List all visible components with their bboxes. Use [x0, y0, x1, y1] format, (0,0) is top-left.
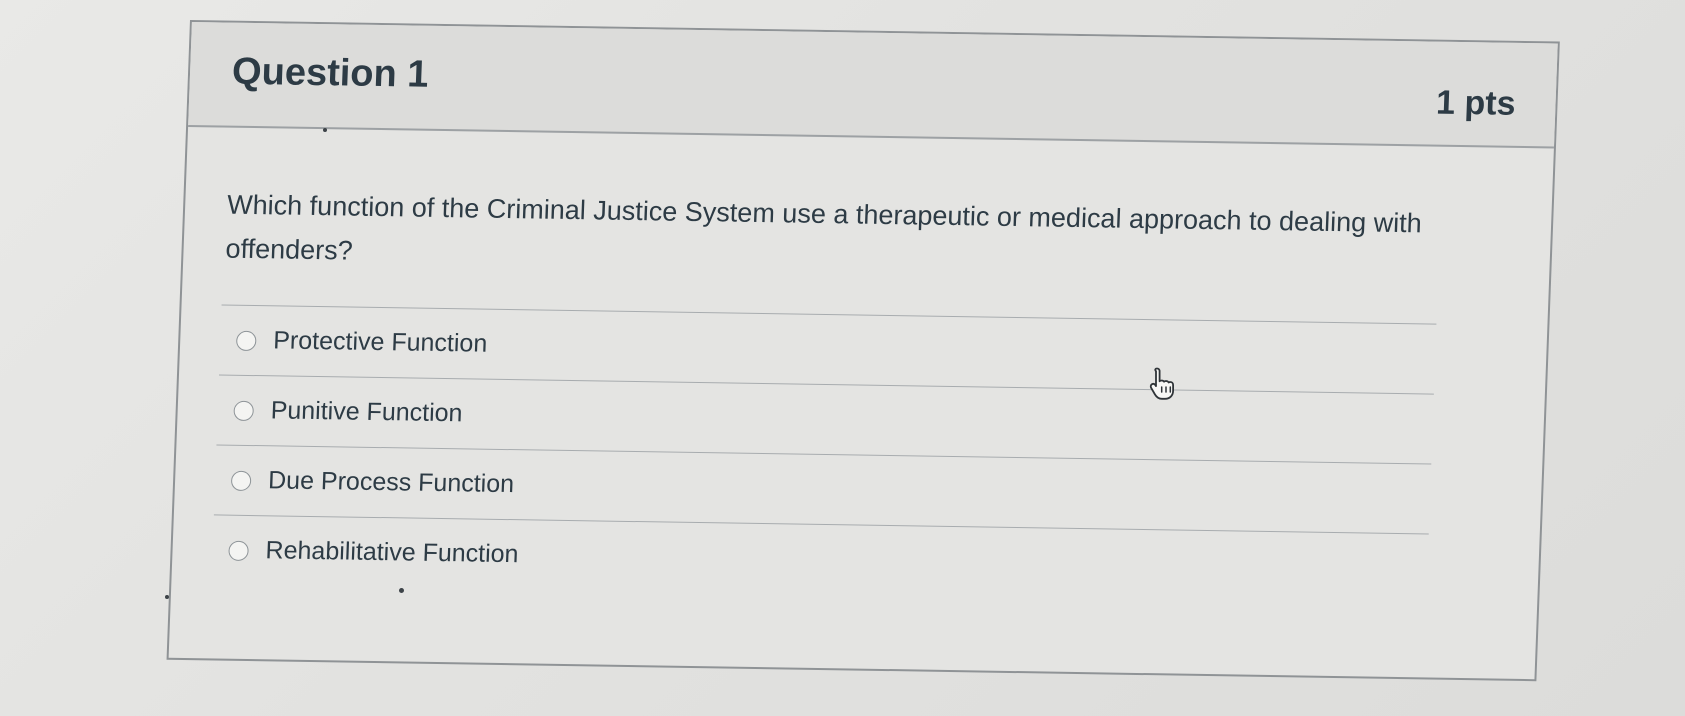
screen-photo: Question 1 1 pts Which function of the C… — [0, 0, 1685, 716]
question-prompt: Which function of the Criminal Justice S… — [225, 189, 1423, 266]
radio-button-icon[interactable] — [233, 400, 255, 421]
question-header: Question 1 1 pts — [188, 22, 1558, 149]
radio-button-icon[interactable] — [230, 470, 252, 491]
answer-label: Punitive Function — [270, 396, 464, 428]
screen-dust-mark — [399, 588, 404, 593]
answer-label: Due Process Function — [267, 466, 515, 499]
radio-button-icon[interactable] — [228, 540, 249, 561]
answer-label: Protective Function — [272, 326, 488, 358]
radio-button-icon[interactable] — [235, 330, 257, 351]
question-card: Question 1 1 pts Which function of the C… — [166, 20, 1560, 682]
answer-list: Protective Function Punitive Function Du… — [211, 304, 1437, 604]
screen-dust-mark — [165, 595, 169, 599]
question-title: Question 1 — [231, 50, 430, 96]
hand-pointer-icon — [1149, 367, 1174, 400]
screen-dust-mark — [323, 128, 327, 132]
question-points: 1 pts — [1435, 83, 1517, 123]
answer-label: Rehabilitative Function — [265, 536, 520, 569]
